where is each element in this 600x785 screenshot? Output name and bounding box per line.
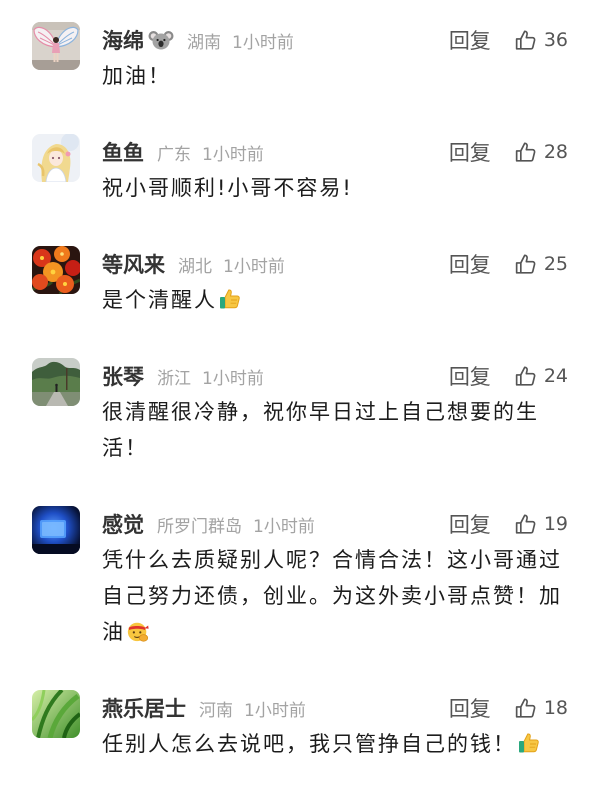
comment-body: 海绵 湖南 1小时前 回复 36 加油！ (102, 22, 570, 94)
avatar-green-leaves (32, 690, 80, 738)
thumbs-up-outline-icon (513, 696, 538, 721)
fighting-emoji-icon (126, 619, 150, 643)
thumbs-up-outline-icon (513, 140, 538, 165)
avatar-blue-screen (32, 506, 80, 554)
user-avatar[interactable] (32, 246, 80, 294)
username[interactable]: 燕乐居士 (102, 693, 186, 723)
reply-button[interactable]: 回复 (449, 509, 491, 539)
comment-header: 燕乐居士 河南 1小时前 回复 18 (102, 690, 570, 726)
location: 湖北 (178, 256, 212, 277)
comment-text: 很清醒很冷静，祝你早日过上自己想要的生活！ (102, 394, 570, 466)
reply-button[interactable]: 回复 (449, 249, 491, 279)
koala-icon (148, 27, 174, 53)
comment-text-value: 任别人怎么去说吧，我只管挣自己的钱！ (102, 732, 516, 756)
like-count: 19 (543, 513, 568, 535)
comment-text: 祝小哥顺利!小哥不容易! (102, 170, 570, 206)
comment-item: 张琴 浙江 1小时前 回复 24 很清醒很冷静，祝你早日过上自己想要的生活！ (0, 358, 600, 466)
comment-text-value: 凭什么去质疑别人呢？合情合法！这小哥通过自己努力还债，创业。为这外卖小哥点赞！加… (102, 548, 562, 644)
like-count: 25 (543, 253, 568, 275)
timestamp: 1小时前 (232, 32, 294, 53)
location: 浙江 (157, 368, 191, 389)
username[interactable]: 感觉 (102, 509, 144, 539)
location: 河南 (199, 700, 233, 721)
comment-item: 感觉 所罗门群岛 1小时前 回复 19 凭什么去质疑别人呢？合情合法！这小哥通过… (0, 506, 600, 650)
avatar-anime-girl (32, 134, 80, 182)
avatar-red-flowers (32, 246, 80, 294)
reply-button[interactable]: 回复 (449, 693, 491, 723)
like-button[interactable]: 25 (513, 252, 568, 277)
comment-body: 等风来 湖北 1小时前 回复 25 是个清醒人 (102, 246, 570, 318)
like-button[interactable]: 19 (513, 512, 568, 537)
comment-body: 鱼鱼 广东 1小时前 回复 28 祝小哥顺利!小哥不容易! (102, 134, 570, 206)
comment-text-value: 祝小哥顺利!小哥不容易! (102, 176, 353, 200)
like-count: 28 (543, 141, 568, 163)
reply-button[interactable]: 回复 (449, 25, 491, 55)
user-avatar[interactable] (32, 134, 80, 182)
comment-text: 加油！ (102, 58, 570, 94)
comment-header: 鱼鱼 广东 1小时前 回复 28 (102, 134, 570, 170)
like-button[interactable]: 18 (513, 696, 568, 721)
thumbs-up-emoji-icon (517, 731, 541, 755)
comment-header: 海绵 湖南 1小时前 回复 36 (102, 22, 570, 58)
comment-actions: 回复 24 (449, 361, 570, 391)
comment-text-value: 是个清醒人 (102, 288, 217, 312)
timestamp: 1小时前 (202, 144, 264, 165)
comment-actions: 回复 36 (449, 25, 570, 55)
reply-button[interactable]: 回复 (449, 137, 491, 167)
like-count: 18 (543, 697, 568, 719)
like-button[interactable]: 28 (513, 140, 568, 165)
location: 所罗门群岛 (157, 516, 242, 537)
user-avatar[interactable] (32, 506, 80, 554)
user-avatar[interactable] (32, 690, 80, 738)
comment-actions: 回复 19 (449, 509, 570, 539)
comment-header: 感觉 所罗门群岛 1小时前 回复 19 (102, 506, 570, 542)
username[interactable]: 张琴 (102, 361, 144, 391)
comment-list: 海绵 湖南 1小时前 回复 36 加油！ 鱼鱼 广东 1小时前 回复 28 祝小… (0, 0, 600, 762)
avatar-park-trees (32, 358, 80, 406)
comment-body: 张琴 浙江 1小时前 回复 24 很清醒很冷静，祝你早日过上自己想要的生活！ (102, 358, 570, 466)
username[interactable]: 海绵 (102, 25, 144, 55)
comment-actions: 回复 25 (449, 249, 570, 279)
thumbs-up-outline-icon (513, 364, 538, 389)
comment-actions: 回复 28 (449, 137, 570, 167)
comment-text-value: 加油！ (102, 64, 171, 88)
user-avatar[interactable] (32, 358, 80, 406)
thumbs-up-outline-icon (513, 512, 538, 537)
comment-header: 等风来 湖北 1小时前 回复 25 (102, 246, 570, 282)
comment-text: 任别人怎么去说吧，我只管挣自己的钱！ (102, 726, 570, 762)
comment-item: 等风来 湖北 1小时前 回复 25 是个清醒人 (0, 246, 600, 318)
comment-body: 燕乐居士 河南 1小时前 回复 18 任别人怎么去说吧，我只管挣自己的钱！ (102, 690, 570, 762)
username[interactable]: 鱼鱼 (102, 137, 144, 167)
comment-body: 感觉 所罗门群岛 1小时前 回复 19 凭什么去质疑别人呢？合情合法！这小哥通过… (102, 506, 570, 650)
timestamp: 1小时前 (253, 516, 315, 537)
thumbs-up-outline-icon (513, 252, 538, 277)
like-button[interactable]: 36 (513, 28, 568, 53)
like-count: 36 (543, 29, 568, 51)
like-count: 24 (543, 365, 568, 387)
comment-text: 凭什么去质疑别人呢？合情合法！这小哥通过自己努力还债，创业。为这外卖小哥点赞！加… (102, 542, 570, 650)
reply-button[interactable]: 回复 (449, 361, 491, 391)
thumbs-up-outline-icon (513, 28, 538, 53)
timestamp: 1小时前 (223, 256, 285, 277)
comment-text-value: 很清醒很冷静，祝你早日过上自己想要的生活！ (102, 400, 539, 460)
like-button[interactable]: 24 (513, 364, 568, 389)
comment-item: 燕乐居士 河南 1小时前 回复 18 任别人怎么去说吧，我只管挣自己的钱！ (0, 690, 600, 762)
location: 湖南 (187, 32, 221, 53)
thumbs-up-emoji-icon (218, 287, 242, 311)
comment-actions: 回复 18 (449, 693, 570, 723)
comment-item: 鱼鱼 广东 1小时前 回复 28 祝小哥顺利!小哥不容易! (0, 134, 600, 206)
avatar-angel-wings-photo (32, 22, 80, 70)
timestamp: 1小时前 (244, 700, 306, 721)
username[interactable]: 等风来 (102, 249, 165, 279)
comment-header: 张琴 浙江 1小时前 回复 24 (102, 358, 570, 394)
comment-item: 海绵 湖南 1小时前 回复 36 加油！ (0, 22, 600, 94)
timestamp: 1小时前 (202, 368, 264, 389)
comment-text: 是个清醒人 (102, 282, 570, 318)
location: 广东 (157, 144, 191, 165)
user-avatar[interactable] (32, 22, 80, 70)
